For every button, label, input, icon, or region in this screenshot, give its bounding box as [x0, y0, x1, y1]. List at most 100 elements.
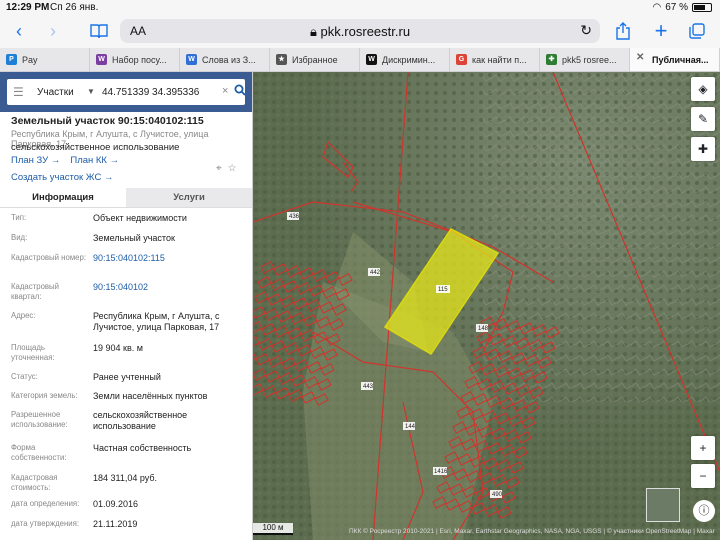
- plan-links: План ЗУ → План КК →: [11, 155, 119, 166]
- property-value: 21.11.2019: [93, 519, 138, 529]
- parcel-label: 144: [405, 424, 416, 430]
- property-value: Частная собственность: [93, 443, 192, 453]
- zoom-out-button[interactable]: −: [691, 464, 715, 488]
- wifi-icon: ◠: [652, 2, 662, 13]
- lock-icon: 🔒︎: [309, 24, 321, 39]
- share-icon[interactable]: [610, 18, 636, 44]
- browser-toolbar: ‹ › AA 🔒︎ pkk.rosreestr.ru ↻ +: [0, 14, 720, 48]
- property-key: Форма собственности:: [11, 443, 67, 462]
- tab-label: Pay: [22, 54, 38, 65]
- map-view[interactable]: 115 442 443 436 144 1416 148 490 ◈ ✎ ✚ +…: [253, 72, 720, 540]
- tab-favicon-icon: P: [6, 54, 17, 65]
- property-key: Площадь уточненная:: [11, 343, 55, 362]
- property-key: дата определения:: [11, 499, 80, 508]
- address-bar[interactable]: AA 🔒︎ pkk.rosreestr.ru ↻: [120, 19, 600, 43]
- create-parcel-link[interactable]: Создать участок ЖС →: [11, 172, 113, 183]
- browser-tab[interactable]: P Pay: [0, 48, 90, 71]
- status-time: 12:29 PM: [6, 2, 50, 13]
- info-icon[interactable]: ⓘ: [693, 500, 715, 522]
- plan-zu-link[interactable]: План ЗУ →: [11, 155, 60, 166]
- parcel-label: 442: [370, 270, 381, 276]
- parcel-label: 436: [289, 214, 300, 220]
- tab-label: Избранное: [292, 54, 338, 65]
- tab-favicon-icon: ★: [276, 54, 287, 65]
- browser-tab[interactable]: ★ Избранное: [270, 48, 360, 71]
- search-icon[interactable]: [234, 84, 246, 99]
- property-key: Кадастровый номер:: [11, 253, 87, 262]
- property-value: 19 904 кв. м: [93, 343, 143, 353]
- property-key: дата утверждения:: [11, 519, 80, 528]
- browser-tab[interactable]: ✚ pkk5 rosree...: [540, 48, 630, 71]
- property-key: Статус:: [11, 372, 38, 381]
- property-value: 184 311,04 руб.: [93, 473, 158, 483]
- battery-text: 67 %: [665, 2, 688, 13]
- tab-bar: P Pay W Набор посу... W Слова из З... ★ Избранн…: [0, 48, 720, 72]
- zoom-to-icon[interactable]: ⌖: [216, 163, 222, 174]
- parcel-label: 490: [492, 492, 503, 498]
- tab-services[interactable]: Услуги: [126, 188, 252, 207]
- search-box[interactable]: ☰ Участки ▼ 44.751339 34.395336 ×: [7, 79, 246, 105]
- layers-icon[interactable]: ◈: [691, 77, 715, 101]
- property-key: Кадастровая стоимость:: [11, 473, 58, 492]
- plan-kk-link[interactable]: План КК →: [70, 155, 119, 166]
- map-scale: 100 м: [253, 523, 293, 535]
- clear-icon[interactable]: ×: [222, 85, 228, 97]
- browser-tab[interactable]: Gкак найти п...: [450, 48, 540, 71]
- parcel-actions: ⌖ ☆: [216, 163, 237, 174]
- property-key: Вид:: [11, 233, 28, 242]
- panel-tabs: Информация Услуги: [0, 188, 252, 208]
- tab-label: Публичная...: [652, 54, 709, 65]
- bookmarks-icon[interactable]: [86, 18, 112, 44]
- search-type-select[interactable]: Участки: [37, 87, 74, 98]
- close-tab-icon[interactable]: ✕: [636, 52, 644, 63]
- satellite-map[interactable]: 115 442 443 436 144 1416 148 490: [253, 72, 720, 540]
- reload-icon[interactable]: ↻: [580, 22, 592, 39]
- property-value: Республика Крым, г Алушта, с Лучистое, у…: [93, 311, 220, 332]
- property-value: 01.09.2016: [93, 499, 139, 509]
- tab-label: Дискримин...: [382, 54, 436, 65]
- tab-favicon-icon: ✚: [546, 54, 557, 65]
- property-key: Разрешенное использование:: [11, 410, 68, 429]
- property-key: Адрес:: [11, 311, 36, 320]
- browser-tab[interactable]: ✕ Публичная...: [630, 48, 720, 71]
- tab-favicon-icon: W: [96, 54, 107, 65]
- tabs-overview-icon[interactable]: [684, 18, 710, 44]
- tab-label: Набор посу...: [112, 54, 167, 65]
- status-right: ◠ 67 %: [652, 2, 712, 13]
- tab-label: Слова из З...: [202, 54, 256, 65]
- parcel-label: 115: [438, 287, 448, 293]
- property-value[interactable]: 90:15:040102: [93, 282, 249, 293]
- menu-icon[interactable]: ☰: [13, 85, 24, 99]
- tab-favicon-icon: W: [186, 54, 197, 65]
- property-value: сельскохозяйственное использование: [93, 410, 188, 431]
- tab-info[interactable]: Информация: [0, 188, 126, 207]
- parcel-label: 443: [363, 384, 374, 390]
- favorite-star-icon[interactable]: ☆: [228, 163, 237, 174]
- tab-favicon-icon: W: [366, 54, 377, 65]
- zoom-in-button[interactable]: +: [691, 436, 715, 460]
- map-attribution: ПКК © Росреестр 2010-2021 | Esri, Maxar,…: [349, 528, 715, 535]
- browser-tab[interactable]: W Слова из З...: [180, 48, 270, 71]
- back-icon[interactable]: ‹: [6, 18, 32, 44]
- property-value[interactable]: 90:15:040102:115: [93, 253, 249, 264]
- property-value: Ранее учтенный: [93, 372, 161, 382]
- chevron-down-icon[interactable]: ▼: [87, 87, 95, 96]
- browser-tab[interactable]: W Набор посу...: [90, 48, 180, 71]
- status-bar: 12:29 PM Сп 26 янв. ◠ 67 %: [0, 0, 720, 14]
- browser-tab[interactable]: W Дискримин...: [360, 48, 450, 71]
- parcel-title: Земельный участок 90:15:040102:115: [11, 115, 204, 127]
- zoom-in-icon[interactable]: ✚: [691, 137, 715, 161]
- battery-fill: [694, 5, 705, 10]
- property-key: Кадастровый квартал:: [11, 282, 60, 301]
- url-label: pkk.rosreestr.ru: [320, 24, 411, 39]
- info-panel: ☰ Участки ▼ 44.751339 34.395336 × Земель…: [0, 72, 253, 540]
- search-input[interactable]: 44.751339 34.395336: [102, 87, 199, 98]
- url-text: 🔒︎ pkk.rosreestr.ru: [120, 24, 600, 40]
- ruler-icon[interactable]: ✎: [691, 107, 715, 131]
- minimap[interactable]: [646, 488, 680, 522]
- new-tab-icon[interactable]: +: [648, 18, 674, 44]
- battery-icon: [692, 3, 712, 12]
- property-value: Земли населённых пунктов: [93, 391, 208, 401]
- forward-icon[interactable]: ›: [40, 18, 66, 44]
- property-key: Тип:: [11, 213, 27, 222]
